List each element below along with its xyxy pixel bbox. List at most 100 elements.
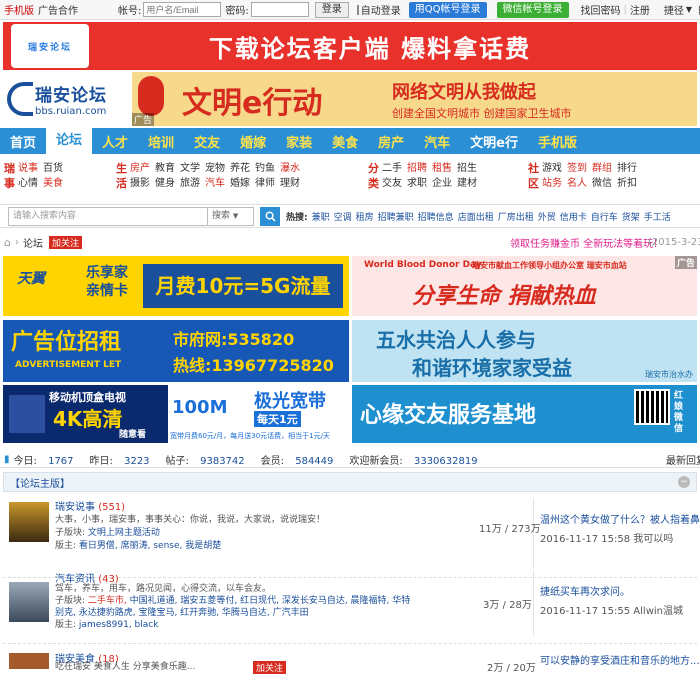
subnav-link[interactable]: 群组 bbox=[592, 161, 612, 176]
forum-thumb-image[interactable] bbox=[9, 502, 49, 542]
subnav-link[interactable]: 签到 bbox=[567, 161, 587, 176]
tianyi-ad-banner[interactable]: 天翼 乐享家 亲情卡 月费10元=5G流量 bbox=[3, 256, 349, 316]
nav-item[interactable]: 首页 bbox=[0, 132, 46, 151]
last-post-link[interactable]: 温州这个黄女做了什么？被人指着鼻... bbox=[540, 514, 700, 527]
subnav-link[interactable]: 招聘 bbox=[407, 161, 427, 176]
subnav-link[interactable]: 心情 bbox=[18, 176, 38, 191]
broadband-ad-banner[interactable]: 100M 极光宽带 每天1元 宽带月费60元/月，每月送30元话费，相当于1元/… bbox=[168, 385, 349, 443]
subnav-link[interactable]: 养花 bbox=[230, 161, 250, 176]
hot-word-link[interactable]: 自行车 bbox=[591, 210, 618, 223]
subnav-link[interactable]: 招生 bbox=[457, 161, 477, 176]
tv-box-ad-banner[interactable]: 移动机顶盒电视 4K高清 随意看 bbox=[3, 385, 168, 443]
subnav-link[interactable]: 理财 bbox=[280, 176, 300, 191]
ad-rent-banner[interactable]: 广告位招租 ADVERTISEMENT LET 市府网:535820 热线:13… bbox=[3, 320, 349, 382]
subnav-link[interactable]: 宠物 bbox=[205, 161, 225, 176]
nav-item[interactable]: 人才 bbox=[92, 132, 138, 151]
forum-thumb-image[interactable] bbox=[9, 653, 49, 669]
broadband-name: 极光宽带 bbox=[254, 391, 326, 412]
hot-word-link[interactable]: 招聘信息 bbox=[418, 210, 454, 223]
subnav-link[interactable]: 教育 bbox=[155, 161, 175, 176]
register-link[interactable]: 注册 bbox=[630, 2, 650, 17]
subnav-link[interactable]: 微信 bbox=[592, 176, 612, 191]
hot-word-link[interactable]: 店面出租 bbox=[458, 210, 494, 223]
nav-item[interactable]: 培训 bbox=[138, 132, 184, 151]
nav-item[interactable]: 文明e行 bbox=[460, 132, 528, 151]
subnav-link[interactable]: 美食 bbox=[43, 176, 63, 191]
hot-word-link[interactable]: 招聘兼职 bbox=[378, 210, 414, 223]
hot-word-link[interactable]: 租房 bbox=[356, 210, 374, 223]
subnav-link[interactable]: 钓鱼 bbox=[255, 161, 275, 176]
subnav-link[interactable]: 排行 bbox=[617, 161, 637, 176]
civility-ad-banner[interactable]: 文明e行动 网络文明从我做起 创建全国文明城市 创建国家卫生城市 广告 bbox=[132, 72, 697, 126]
search-input[interactable]: 请输入搜索内容 bbox=[8, 206, 208, 226]
nav-item[interactable]: 房产 bbox=[368, 132, 414, 151]
last-post-link[interactable]: 可以安静的享受酒庄和音乐的地方... bbox=[540, 655, 700, 668]
search-type-select[interactable]: 搜索 ▼ bbox=[208, 206, 254, 226]
subnav-link[interactable]: 站务 bbox=[542, 176, 562, 191]
subnav-link[interactable]: 健身 bbox=[155, 176, 175, 191]
subnav-link[interactable]: 文学 bbox=[180, 161, 200, 176]
subnav-link[interactable]: 租售 bbox=[432, 161, 452, 176]
stats-icon: ▮ bbox=[4, 453, 10, 465]
subnav-link[interactable]: 企业 bbox=[432, 176, 452, 191]
subnav-link[interactable]: 二手 bbox=[382, 161, 402, 176]
wechat-login-button[interactable]: 微信帐号登录 bbox=[496, 1, 569, 18]
subnav-link[interactable]: 求职 bbox=[407, 176, 427, 191]
nav-item[interactable]: 婚嫁 bbox=[230, 132, 276, 151]
subnav-link[interactable]: 汽车 bbox=[205, 176, 225, 191]
hot-word-link[interactable]: 外贸 bbox=[538, 210, 556, 223]
login-button[interactable]: 登录 bbox=[314, 1, 349, 18]
hot-word-link[interactable]: 空调 bbox=[334, 210, 352, 223]
nav-item[interactable]: 美食 bbox=[322, 132, 368, 151]
breadcrumb-forum[interactable]: 论坛 bbox=[23, 235, 43, 250]
nav-item[interactable]: 汽车 bbox=[414, 132, 460, 151]
promo-link[interactable]: 领取任务赚金币 全新玩法等着玩！ bbox=[510, 235, 663, 250]
subnav-link[interactable]: 摄影 bbox=[130, 176, 150, 191]
subnav-link[interactable]: 名人 bbox=[567, 176, 587, 191]
dating-service-banner[interactable]: 心缘交友服务基地 红娘微信 bbox=[352, 385, 697, 443]
subnav-link[interactable]: 折扣 bbox=[617, 176, 637, 191]
hot-word-link[interactable]: 兼职 bbox=[312, 210, 330, 223]
hot-word-link[interactable]: 厂房出租 bbox=[498, 210, 534, 223]
latest-replies-link[interactable]: 最新回复 bbox=[666, 452, 700, 467]
mobile-link[interactable]: 手机版 bbox=[0, 2, 38, 17]
subnav-link[interactable]: 游戏 bbox=[542, 161, 562, 176]
hot-word-link[interactable]: 货架 bbox=[622, 210, 640, 223]
password-input[interactable] bbox=[250, 2, 309, 17]
nav-item[interactable]: 论坛 bbox=[46, 128, 93, 154]
follow-button[interactable]: 加关注 bbox=[48, 235, 82, 249]
find-password-link[interactable]: 找回密码 bbox=[581, 2, 621, 17]
follow-button[interactable]: 加关注 bbox=[253, 661, 287, 674]
nav-item[interactable]: 家装 bbox=[276, 132, 322, 151]
qq-login-button[interactable]: 用QQ帐号登录 bbox=[408, 1, 487, 18]
home-icon[interactable]: ⌂ bbox=[4, 236, 11, 249]
subnav-link[interactable]: 建材 bbox=[457, 176, 477, 191]
ad-coop-link[interactable]: 广告合作 bbox=[38, 2, 78, 17]
water-gov-banner[interactable]: 五水共治人人参与 和谐环境家家受益 瑞安市治水办 bbox=[352, 320, 697, 382]
subnav-link[interactable]: 旅游 bbox=[180, 176, 200, 191]
nav-item[interactable]: 手机版 bbox=[528, 132, 587, 151]
subnav-link[interactable]: 说事 bbox=[18, 161, 38, 176]
nav-item[interactable]: 交友 bbox=[184, 132, 230, 151]
top-ad-banner[interactable]: 瑞安论坛 下载论坛客户端 爆料拿话费 bbox=[3, 22, 697, 70]
subnav-link[interactable]: 百货 bbox=[43, 161, 63, 176]
forum-thumb-image[interactable] bbox=[9, 582, 49, 622]
quick-nav-link[interactable]: 捷径 bbox=[664, 2, 684, 17]
subnav-link[interactable]: 瀑水 bbox=[280, 161, 300, 176]
auto-login-checkbox[interactable] bbox=[356, 4, 359, 15]
search-button[interactable] bbox=[260, 206, 280, 226]
blood-donor-ad-banner[interactable]: World Blood Donor Day 瑞安市献血工作领导小组办公室 瑞安市… bbox=[352, 256, 697, 316]
section-title[interactable]: 【论坛主版】 bbox=[10, 475, 70, 490]
stat-new-member[interactable]: 3330632819 bbox=[414, 456, 478, 467]
forum-title[interactable]: 瑞安说事 (551) bbox=[55, 498, 125, 513]
subnav-link[interactable]: 房产 bbox=[130, 161, 150, 176]
hot-word-link[interactable]: 信用卡 bbox=[560, 210, 587, 223]
subnav-link[interactable]: 交友 bbox=[382, 176, 402, 191]
last-post-link[interactable]: 捷纸买车再次求问。 bbox=[540, 586, 630, 599]
account-input[interactable] bbox=[143, 2, 222, 17]
collapse-icon[interactable]: − bbox=[678, 476, 690, 488]
subnav-link[interactable]: 律师 bbox=[255, 176, 275, 191]
hot-word-link[interactable]: 手工活 bbox=[644, 210, 671, 223]
subnav-link[interactable]: 婚嫁 bbox=[230, 176, 250, 191]
site-logo[interactable]: 瑞安论坛 bbs.ruian.com bbox=[3, 74, 130, 124]
